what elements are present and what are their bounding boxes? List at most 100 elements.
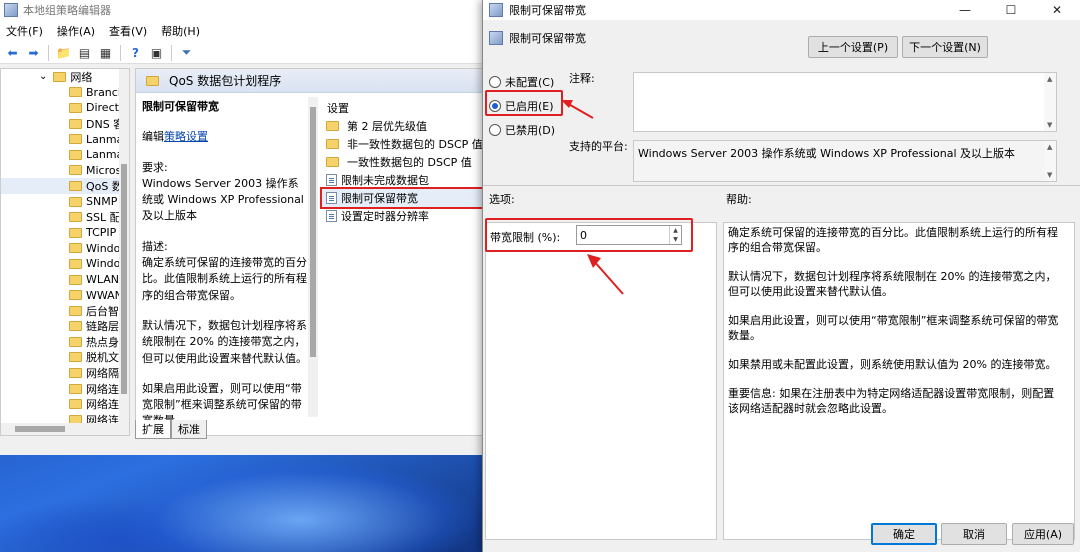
tree-item[interactable]: 热点身 xyxy=(1,334,129,350)
folder-icon xyxy=(69,102,82,113)
tree-item[interactable]: Windo xyxy=(1,256,129,272)
tree-item[interactable]: 网络连 xyxy=(1,381,129,397)
tree-item[interactable]: Windo xyxy=(1,241,129,257)
tab-extended[interactable]: 扩展 xyxy=(135,420,171,439)
tree-item[interactable]: SSL 配 xyxy=(1,209,129,225)
tree-item[interactable]: 网络隔 xyxy=(1,365,129,381)
menu-file[interactable]: 文件(F) xyxy=(6,23,43,39)
menu-view[interactable]: 查看(V) xyxy=(109,23,147,39)
maximize-icon[interactable]: ☐ xyxy=(988,0,1034,20)
menu-help[interactable]: 帮助(H) xyxy=(161,23,200,39)
help-panel: 确定系统可保留的连接带宽的百分比。此值限制系统上运行的所有程序的组合带宽保留。 … xyxy=(723,222,1075,540)
properties-icon[interactable]: ▣ xyxy=(148,44,165,61)
tree-item[interactable]: WLAN xyxy=(1,272,129,288)
cancel-button[interactable]: 取消 xyxy=(941,523,1007,545)
desc-scrollbar[interactable] xyxy=(308,97,318,417)
toolbar-separator xyxy=(171,44,172,61)
comment-textarea[interactable]: ▲ ▼ xyxy=(633,72,1057,132)
gpe-toolbar: ⬅ ➡ 📁 ▤ ▦ ? ▣ ⏷ xyxy=(0,42,485,64)
policy-setting-icon xyxy=(326,192,337,204)
tree-item[interactable]: DNS 客 xyxy=(1,116,129,132)
tree-item-label: 网络 xyxy=(70,70,93,84)
setting-item-conforming-dscp[interactable]: 一致性数据包的 DSCP 值 xyxy=(322,153,487,171)
tree-vertical-scrollbar[interactable] xyxy=(119,69,129,435)
folder-icon xyxy=(69,180,82,191)
menu-action[interactable]: 操作(A) xyxy=(57,23,95,39)
tree-item[interactable]: TCPIP xyxy=(1,225,129,241)
edit-policy-link[interactable]: 策略设置 xyxy=(164,130,208,143)
desc-req-text: Windows Server 2003 操作系统或 Windows XP Pro… xyxy=(142,176,304,223)
policy-description: 限制可保留带宽 编辑策略设置 要求: Windows Server 2003 操… xyxy=(142,99,308,444)
dialog-header: 限制可保留带宽 xyxy=(489,30,586,46)
comment-scrollbar[interactable]: ▲ ▼ xyxy=(1044,73,1056,131)
tree-item[interactable]: ⌄ 网络 xyxy=(1,69,129,85)
setting-label: 一致性数据包的 DSCP 值 xyxy=(347,156,472,169)
next-setting-button[interactable]: 下一个设置(N) xyxy=(902,36,988,58)
dialog-title: 限制可保留带宽 xyxy=(509,4,586,17)
tree-item[interactable]: Micros xyxy=(1,163,129,179)
radio-disabled[interactable]: 已禁用(D) xyxy=(489,122,555,138)
tree-item[interactable]: Directa xyxy=(1,100,129,116)
setting-item-layer2[interactable]: 第 2 层优先级值 xyxy=(322,117,487,135)
policy-tree[interactable]: ⌄ 网络 Branch Directa DNS 客 Lanma Lanma Micros QoS… xyxy=(0,68,130,436)
tree-item[interactable]: Branch xyxy=(1,85,129,101)
gpe-menubar: 文件(F) 操作(A) 查看(V) 帮助(H) xyxy=(0,20,485,42)
folder-icon xyxy=(69,196,82,207)
setting-item-outstanding-packets[interactable]: 限制未完成数据包 xyxy=(322,171,487,189)
minimize-icon[interactable]: — xyxy=(942,0,988,20)
tree-item[interactable]: 网络连 xyxy=(1,396,129,412)
export-list-icon[interactable]: ▦ xyxy=(97,44,114,61)
options-panel: 带宽限制 (%): 0 ▲ ▼ xyxy=(485,222,717,540)
tree-item[interactable]: QoS 数 xyxy=(1,178,129,194)
back-arrow-icon[interactable]: ⬅ xyxy=(4,44,21,61)
group-policy-editor-window: 本地组策略编辑器 文件(F) 操作(A) 查看(V) 帮助(H) ⬅ ➡ 📁 ▤… xyxy=(0,0,489,455)
apply-button[interactable]: 应用(A) xyxy=(1012,523,1074,545)
tree-item[interactable]: Lanma xyxy=(1,131,129,147)
tree-horizontal-scrollbar[interactable] xyxy=(1,423,129,435)
folder-icon xyxy=(69,165,82,176)
highlight-enabled xyxy=(485,90,563,116)
tree-item[interactable]: 脱机文 xyxy=(1,350,129,366)
help-paragraph: 默认情况下，数据包计划程序将系统限制在 20% 的连接带宽之内，但可以使用此设置… xyxy=(728,270,1057,298)
radio-label: 已禁用(D) xyxy=(505,124,556,137)
chevron-down-icon[interactable]: ⌄ xyxy=(39,71,47,82)
setting-item-reservable-bandwidth[interactable]: 限制可保留带宽 xyxy=(320,187,489,209)
radio-not-configured[interactable]: 未配置(C) xyxy=(489,74,554,90)
tree-item-label: 后台智 xyxy=(86,304,119,318)
ok-button[interactable]: 确定 xyxy=(871,523,937,545)
tree-item[interactable]: WWAN xyxy=(1,287,129,303)
radio-circle[interactable] xyxy=(489,76,501,88)
tree-item[interactable]: Lanma xyxy=(1,147,129,163)
policy-setting-icon xyxy=(489,31,503,45)
tree-item[interactable]: 后台智 xyxy=(1,303,129,319)
tree-item-label: WLAN xyxy=(86,273,120,287)
folder-icon xyxy=(69,352,82,363)
radio-circle[interactable] xyxy=(489,124,501,136)
show-hide-tree-icon[interactable]: ▤ xyxy=(76,44,93,61)
previous-setting-button[interactable]: 上一个设置(P) xyxy=(808,36,898,58)
tree-item-label: SNMP xyxy=(86,195,118,209)
forward-arrow-icon[interactable]: ➡ xyxy=(25,44,42,61)
tree-item-label: Windo xyxy=(86,241,121,255)
help-text: 确定系统可保留的连接带宽的百分比。此值限制系统上运行的所有程序的组合带宽保留。 … xyxy=(728,225,1064,430)
tree-item-label: 热点身 xyxy=(86,335,119,349)
tree-item[interactable]: SNMP xyxy=(1,194,129,210)
close-icon[interactable]: ✕ xyxy=(1034,0,1080,20)
setting-item-timer-resolution[interactable]: 设置定时器分辨率 xyxy=(322,207,487,225)
tree-item-label: 脱机文 xyxy=(86,351,119,365)
help-paragraph: 如果启用此设置，则可以使用“带宽限制”框来调整系统可保留的带宽数量。 xyxy=(728,314,1059,342)
folder-icon xyxy=(69,321,82,332)
settings-header[interactable]: 设置 xyxy=(322,99,487,117)
folder-icon xyxy=(69,149,82,160)
platform-scrollbar[interactable]: ▲ ▼ xyxy=(1044,141,1056,181)
folder-icon xyxy=(69,274,82,285)
filter-icon[interactable]: ⏷ xyxy=(178,44,195,61)
setting-item-nonconforming-dscp[interactable]: 非一致性数据包的 DSCP 值 xyxy=(322,135,487,153)
setting-label: 第 2 层优先级值 xyxy=(347,120,427,133)
tree-item[interactable]: 链路层 xyxy=(1,319,129,335)
up-folder-icon[interactable]: 📁 xyxy=(55,44,72,61)
tab-standard[interactable]: 标准 xyxy=(171,420,207,439)
folder-icon xyxy=(69,118,82,129)
help-icon[interactable]: ? xyxy=(127,44,144,61)
toolbar-separator xyxy=(48,44,49,61)
